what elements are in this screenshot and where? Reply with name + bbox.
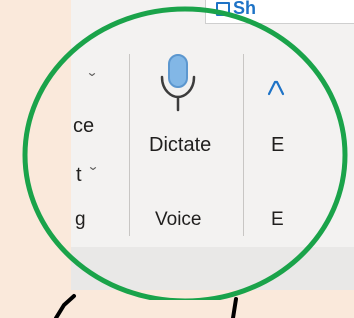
left-group-item-label[interactable]: ce — [73, 116, 94, 136]
ribbon-footer — [71, 247, 354, 290]
left-group-item-label[interactable]: t — [76, 165, 82, 185]
share-icon — [216, 2, 230, 16]
group-separator — [243, 54, 244, 236]
chevron-down-icon[interactable]: ⌄ — [87, 160, 100, 172]
left-group-label: g — [75, 209, 86, 230]
share-label: Sh — [233, 0, 257, 18]
editor-icon[interactable] — [267, 80, 285, 98]
ribbon-panel — [71, 0, 354, 247]
share-button[interactable]: Sh — [216, 0, 256, 22]
chevron-down-icon[interactable]: ⌄ — [86, 66, 99, 78]
screenshot-stage: Sh ⌄ ce t ⌄ g Dictate Voice E E — [0, 0, 354, 318]
dictate-label[interactable]: Dictate — [149, 135, 211, 155]
microphone-icon — [160, 54, 196, 112]
group-separator — [129, 54, 130, 236]
dictate-button[interactable] — [157, 52, 199, 114]
voice-group-label: Voice — [155, 209, 202, 230]
right-group-button-label[interactable]: E — [271, 135, 284, 155]
right-group-label: E — [271, 209, 284, 230]
